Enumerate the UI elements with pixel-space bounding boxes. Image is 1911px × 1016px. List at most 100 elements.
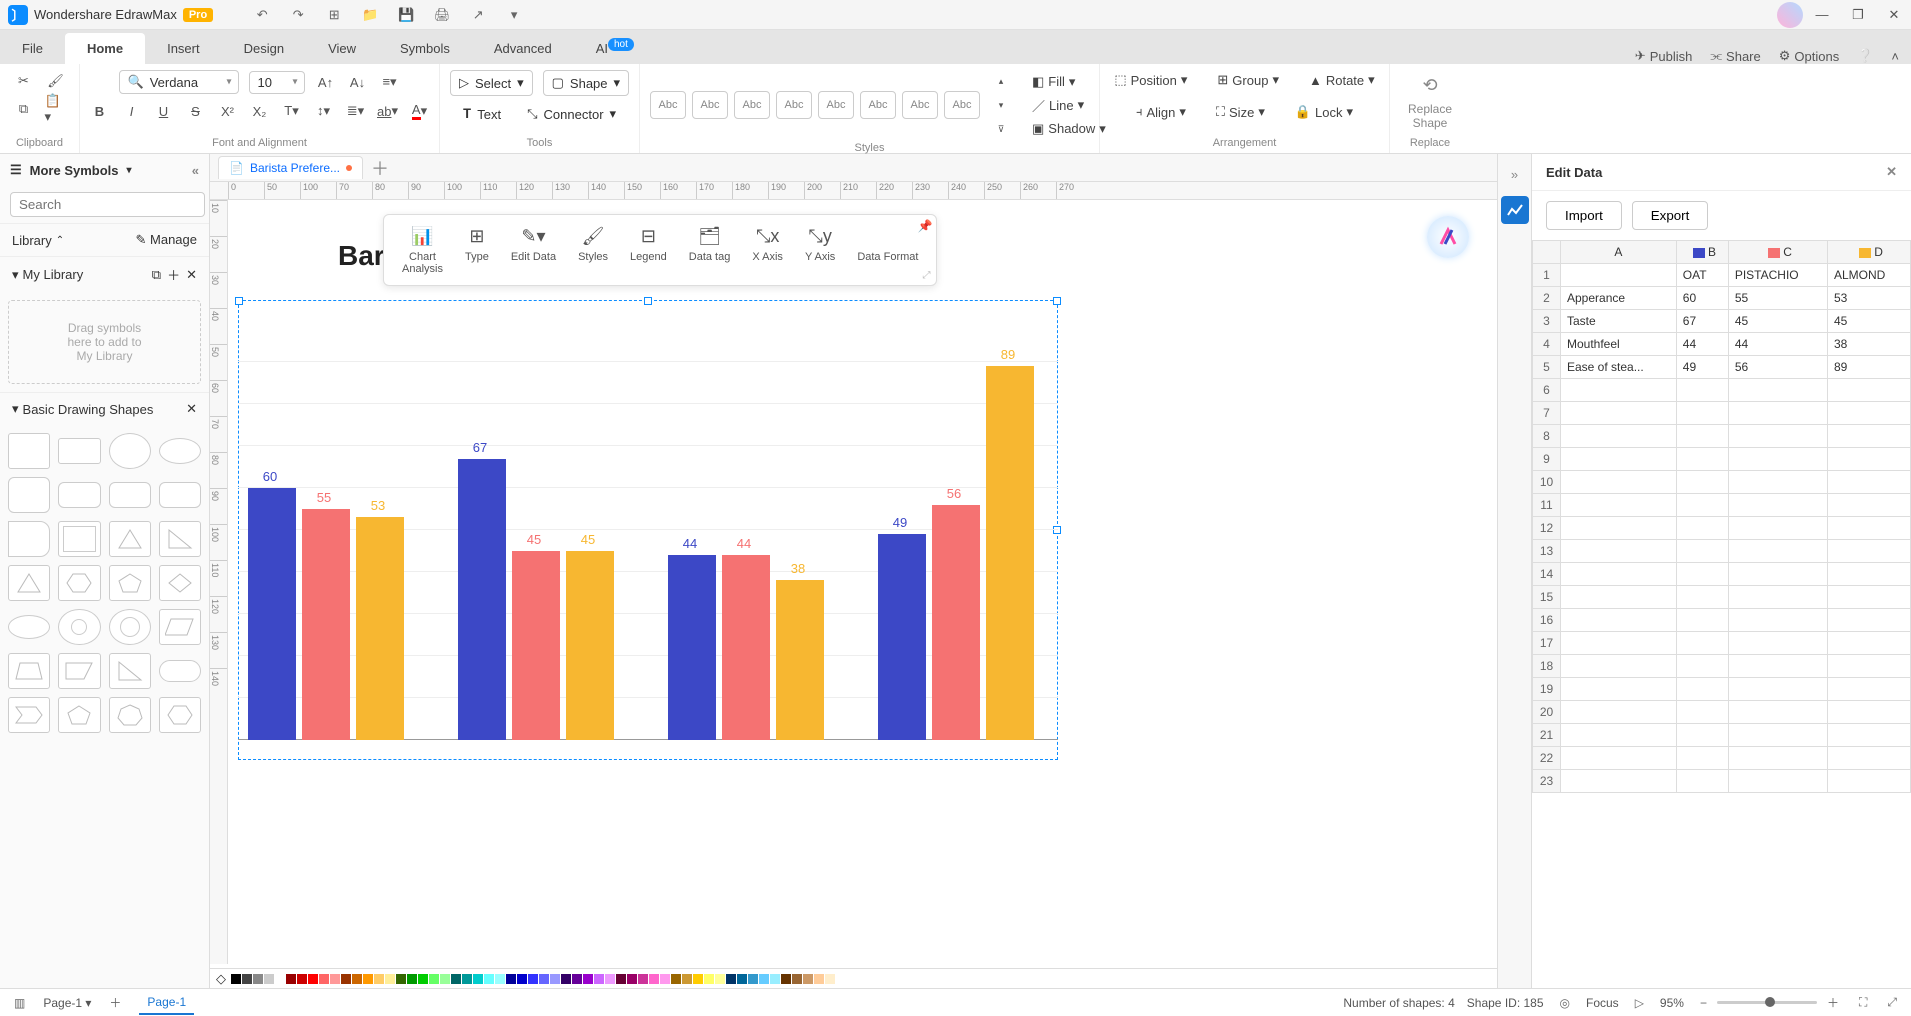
canvas[interactable]: Bar Milks 📌 ⤢ 📊Chart Analysis⊞Type✎▾Edit… (228, 200, 1497, 964)
subscript-icon[interactable]: X₂ (249, 100, 271, 122)
chart-bar[interactable] (668, 555, 716, 740)
color-swatch[interactable] (462, 974, 472, 984)
style-swatch[interactable]: Abc (860, 91, 896, 119)
pages-panel-icon[interactable]: ▥ (10, 996, 29, 1010)
shape-trapezoid[interactable] (8, 653, 50, 689)
shape-ring[interactable] (109, 609, 151, 645)
bullets-icon[interactable]: ≣▾ (345, 100, 367, 122)
shape-rightangle[interactable] (109, 653, 151, 689)
zoom-in-icon[interactable]: ＋ (1823, 994, 1843, 1011)
format-painter-icon[interactable]: 🖌 (45, 70, 67, 92)
color-swatch[interactable] (484, 974, 494, 984)
fit-page-icon[interactable]: ⛶ (1855, 995, 1871, 1010)
manage-link[interactable]: ✎ Manage (136, 232, 198, 248)
linespacing-icon[interactable]: ↕▾ (313, 100, 335, 122)
color-swatch[interactable] (374, 974, 384, 984)
data-cell[interactable]: 38 (1827, 333, 1910, 356)
color-swatch[interactable] (418, 974, 428, 984)
color-swatch[interactable] (715, 974, 725, 984)
menu-design[interactable]: Design (222, 33, 306, 64)
collapse-ribbon-icon[interactable]: ˄ (1891, 49, 1899, 64)
data-cell[interactable]: ALMOND (1827, 264, 1910, 287)
style-down-icon[interactable]: ▾ (990, 94, 1012, 116)
col-header[interactable]: C (1728, 241, 1827, 264)
color-swatch[interactable] (473, 974, 483, 984)
import-button[interactable]: Import (1546, 201, 1622, 230)
color-swatch[interactable] (572, 974, 582, 984)
data-cell[interactable]: Taste (1561, 310, 1677, 333)
color-swatch[interactable] (748, 974, 758, 984)
shape-heptagon[interactable] (109, 697, 151, 733)
menu-advanced[interactable]: Advanced (472, 33, 574, 64)
data-cell[interactable]: OAT (1676, 264, 1728, 287)
style-up-icon[interactable]: ▴ (990, 70, 1012, 92)
menu-file[interactable]: File (0, 33, 65, 64)
zoom-out-icon[interactable]: − (1696, 996, 1711, 1010)
color-swatch[interactable] (528, 974, 538, 984)
shape-chevron[interactable] (8, 697, 50, 733)
replace-shape-icon[interactable]: ⟲ (1422, 75, 1437, 96)
color-swatch[interactable] (825, 974, 835, 984)
expand-icon[interactable]: ⤢ (922, 270, 930, 281)
chart-tool-legend[interactable]: ⊟Legend (620, 221, 677, 279)
line-button[interactable]: ／ Line ▾ (1028, 94, 1110, 117)
color-swatch[interactable] (451, 974, 461, 984)
shape-parallelogram[interactable] (159, 609, 201, 645)
chart-bar[interactable] (986, 366, 1034, 740)
color-swatch[interactable] (792, 974, 802, 984)
shape-circle[interactable] (109, 433, 151, 469)
document-tab[interactable]: 📄 Barista Prefere... (218, 156, 363, 179)
color-swatch[interactable] (231, 974, 241, 984)
undo-icon[interactable]: ↶ (253, 6, 271, 24)
color-swatch[interactable] (627, 974, 637, 984)
data-cell[interactable]: 56 (1728, 356, 1827, 379)
shape-diamond[interactable] (159, 565, 201, 601)
col-header[interactable]: D (1827, 241, 1910, 264)
style-swatch[interactable]: Abc (776, 91, 812, 119)
basic-shapes-row[interactable]: ▾ Basic Drawing Shapes ✕ (0, 392, 209, 425)
color-swatch[interactable] (704, 974, 714, 984)
redo-icon[interactable]: ↷ (289, 6, 307, 24)
page-selector[interactable]: Page-1 ▾ (43, 996, 91, 1010)
data-sheet[interactable]: A B C D1OATPISTACHIOALMOND2Apperance6055… (1532, 240, 1911, 988)
zoom-slider[interactable]: − ＋ (1696, 994, 1843, 1011)
data-cell[interactable]: 49 (1676, 356, 1728, 379)
size-button[interactable]: ⛶ Size ▾ (1212, 102, 1269, 122)
export-button[interactable]: Export (1632, 201, 1709, 230)
style-swatch[interactable]: Abc (818, 91, 854, 119)
color-swatch[interactable] (759, 974, 769, 984)
save-icon[interactable]: 💾 (397, 6, 415, 24)
color-swatch[interactable] (737, 974, 747, 984)
color-swatch[interactable] (319, 974, 329, 984)
data-cell[interactable]: 89 (1827, 356, 1910, 379)
color-swatch[interactable] (682, 974, 692, 984)
color-swatch[interactable] (286, 974, 296, 984)
shape-pentagon[interactable] (109, 565, 151, 601)
data-cell[interactable]: Apperance (1561, 287, 1677, 310)
export-icon[interactable]: ↗ (469, 6, 487, 24)
pin-icon[interactable]: 📌 (918, 219, 933, 233)
shape-roundrect[interactable] (58, 482, 100, 508)
color-swatch[interactable] (440, 974, 450, 984)
data-cell[interactable]: 45 (1827, 310, 1910, 333)
chart-bar[interactable] (776, 580, 824, 740)
shape-pentagon2[interactable] (58, 697, 100, 733)
color-swatch[interactable] (242, 974, 252, 984)
edit-data-toggle-icon[interactable] (1501, 196, 1529, 224)
new-icon[interactable]: ⊞ (325, 6, 343, 24)
shadow-button[interactable]: ▣ Shadow ▾ (1028, 119, 1110, 139)
page-tab[interactable]: Page-1 (139, 991, 194, 1015)
chart-bar[interactable] (878, 534, 926, 740)
menu-symbols[interactable]: Symbols (378, 33, 472, 64)
focus-button[interactable]: Focus (1586, 996, 1619, 1010)
shape-oval[interactable] (8, 615, 50, 639)
fullscreen-icon[interactable]: ⤢ (1883, 995, 1901, 1010)
symbol-search-input[interactable] (10, 192, 205, 217)
color-swatch[interactable] (814, 974, 824, 984)
rotate-button[interactable]: ▲ Rotate ▾ (1305, 70, 1379, 90)
bold-icon[interactable]: B (89, 100, 111, 122)
color-swatch[interactable] (605, 974, 615, 984)
select-tool[interactable]: ▷ Select ▾ (450, 70, 533, 96)
color-swatch[interactable] (341, 974, 351, 984)
library-row[interactable]: Library ⌃ ✎ Manage (0, 223, 209, 256)
